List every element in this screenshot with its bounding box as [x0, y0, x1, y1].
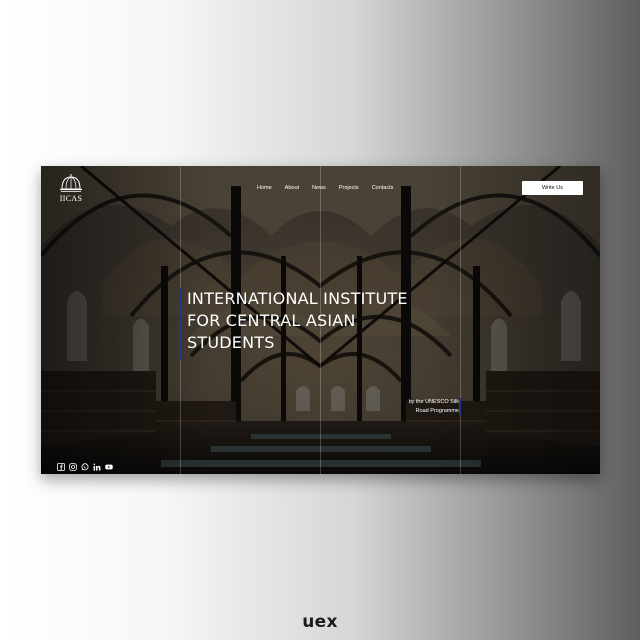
- linkedin-icon[interactable]: [93, 458, 101, 471]
- hero-title: INTERNATIONAL INSTITUTE FOR CENTRAL ASIA…: [187, 288, 467, 354]
- hero-title-line: INTERNATIONAL INSTITUTE: [187, 289, 408, 308]
- hero-title-line: FOR CENTRAL ASIAN: [187, 311, 356, 330]
- write-us-button[interactable]: Write Us: [522, 181, 583, 195]
- nav-link-about[interactable]: About: [285, 185, 299, 191]
- hero-subtitle: by the UNESCO Silk Road Programme: [389, 398, 459, 416]
- hero-title-line: STUDENTS: [187, 333, 275, 352]
- brand-watermark: uex: [302, 612, 338, 632]
- dome-icon: [60, 174, 82, 192]
- nav-link-projects[interactable]: Projects: [339, 185, 359, 191]
- nav-link-contacts[interactable]: Contacts: [372, 185, 394, 191]
- title-accent-bar: [179, 288, 182, 360]
- nav-link-news[interactable]: News: [312, 185, 326, 191]
- youtube-icon[interactable]: [105, 458, 113, 470]
- subtitle-line: Road Programme: [415, 408, 459, 414]
- logo-text: IICAS: [59, 194, 83, 203]
- social-links: [57, 458, 113, 471]
- subtitle-accent-bar: [459, 398, 461, 415]
- website-mockup: IICAS Home About News Projects Contacts …: [41, 166, 600, 474]
- instagram-icon[interactable]: [69, 458, 77, 471]
- nav-link-home[interactable]: Home: [257, 185, 272, 191]
- facebook-icon[interactable]: [57, 458, 65, 471]
- main-navigation: Home About News Projects Contacts: [257, 185, 393, 191]
- subtitle-line: by the UNESCO Silk: [408, 399, 459, 405]
- whatsapp-icon[interactable]: [81, 458, 89, 471]
- site-logo[interactable]: IICAS: [56, 174, 86, 206]
